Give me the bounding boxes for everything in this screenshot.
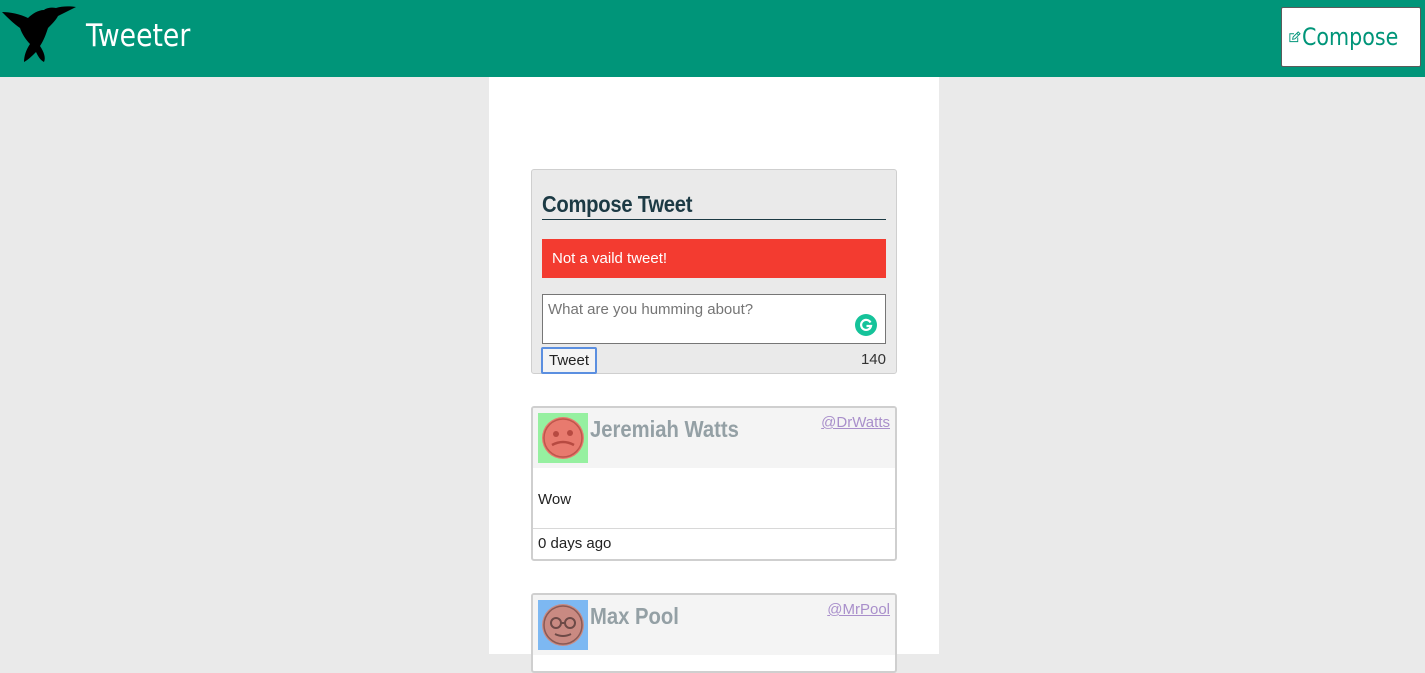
tweet-card: Jeremiah Watts @DrWatts Wow 0 days ago <box>531 406 897 561</box>
brand-title: Tweeter <box>86 18 191 54</box>
tweet-author-handle[interactable]: @DrWatts <box>821 414 890 431</box>
error-message: Not a vaild tweet! <box>542 239 886 278</box>
tweet-author-name: Max Pool <box>590 603 679 629</box>
edit-icon <box>1289 31 1301 43</box>
tweet-card: Max Pool @MrPool <box>531 593 897 673</box>
tweet-content: Wow <box>533 468 895 529</box>
avatar <box>538 413 588 463</box>
navbar: Tweeter Compose <box>0 0 1425 77</box>
tweet-timestamp: 0 days ago <box>538 535 612 552</box>
hummingbird-logo-icon <box>2 6 76 62</box>
tweet-textarea[interactable] <box>542 294 886 344</box>
tweet-header: Max Pool @MrPool <box>533 595 895 655</box>
tweet-author-handle[interactable]: @MrPool <box>827 601 890 618</box>
tweet-header: Jeremiah Watts @DrWatts <box>533 408 895 468</box>
tweet-author-name: Jeremiah Watts <box>590 416 739 442</box>
character-counter: 140 <box>860 351 886 368</box>
grammarly-icon[interactable] <box>855 314 877 336</box>
compose-tweet-section: Compose Tweet Not a vaild tweet! Tweet 1… <box>531 169 897 374</box>
compose-button-label: Compose <box>1301 23 1399 51</box>
compose-title: Compose Tweet <box>542 191 886 220</box>
tweet-submit-button[interactable]: Tweet <box>541 347 597 374</box>
avatar <box>538 600 588 650</box>
compose-button[interactable]: Compose <box>1281 7 1421 67</box>
